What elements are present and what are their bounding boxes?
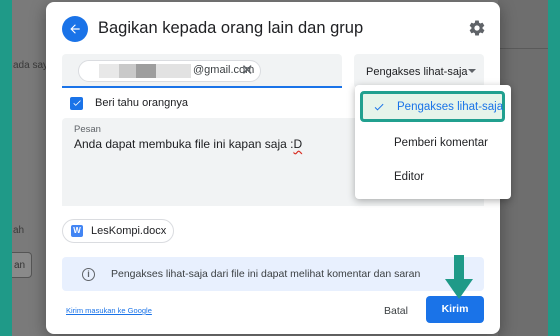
cancel-button[interactable]: Batal xyxy=(374,302,418,320)
notify-label: Beri tahu orangnya xyxy=(95,97,188,109)
checkmark-icon xyxy=(72,100,81,106)
background-text: ah xyxy=(13,225,25,236)
redacted-email-name xyxy=(99,64,191,78)
message-text-misspelled: D xyxy=(293,137,303,151)
message-text-main: Anda dapat membuka file ini kapan saja : xyxy=(74,137,294,151)
recipient-chip[interactable]: @gmail.com ✕ xyxy=(78,60,261,82)
right-frame-stripe xyxy=(548,0,560,336)
dialog-title: Bagikan kepada orang lain dan grup xyxy=(98,19,364,37)
feedback-link[interactable]: Kirim masukan ke Google xyxy=(66,306,152,315)
gear-icon[interactable] xyxy=(468,19,486,37)
role-select[interactable]: Pengakses lihat-saja xyxy=(354,54,484,88)
menu-item-label: Editor xyxy=(394,171,425,183)
menu-item-commenter[interactable]: Pemberi komentar xyxy=(355,127,511,159)
info-banner: i Pengakses lihat-saja dari file ini dap… xyxy=(62,257,484,291)
info-text: Pengakses lihat-saja dari file ini dapat… xyxy=(111,268,421,280)
recipient-input[interactable]: @gmail.com ✕ xyxy=(62,54,342,88)
checkmark-icon xyxy=(374,103,384,111)
info-icon: i xyxy=(82,267,95,281)
message-label: Pesan xyxy=(74,124,101,135)
left-frame-stripe xyxy=(0,0,12,336)
menu-item-label: Pemberi komentar xyxy=(394,137,488,149)
file-name: LesKompi.docx xyxy=(91,225,167,237)
annotation-arrow-down-icon xyxy=(445,255,473,299)
message-text: Anda dapat membuka file ini kapan saja :… xyxy=(74,137,302,151)
menu-item-editor[interactable]: Editor xyxy=(355,161,511,193)
remove-recipient-icon[interactable]: ✕ xyxy=(241,62,254,80)
background-button: an xyxy=(12,252,32,278)
back-button[interactable] xyxy=(62,16,88,42)
notify-row: Beri tahu orangnya xyxy=(70,95,188,111)
menu-item-label: Pengakses lihat-saja xyxy=(397,101,504,113)
notify-checkbox[interactable] xyxy=(70,96,83,110)
menu-item-viewer[interactable]: Pengakses lihat-saja xyxy=(360,91,505,122)
send-button[interactable]: Kirim xyxy=(426,296,484,323)
role-dropdown-menu: Pengakses lihat-saja Pemberi komentar Ed… xyxy=(355,85,511,199)
role-select-value: Pengakses lihat-saja xyxy=(366,66,468,78)
word-doc-icon: W xyxy=(71,225,83,237)
background-divider xyxy=(498,48,548,49)
caret-down-icon xyxy=(468,69,476,73)
attached-file-chip[interactable]: W LesKompi.docx xyxy=(62,219,174,243)
arrow-left-icon xyxy=(70,24,80,34)
